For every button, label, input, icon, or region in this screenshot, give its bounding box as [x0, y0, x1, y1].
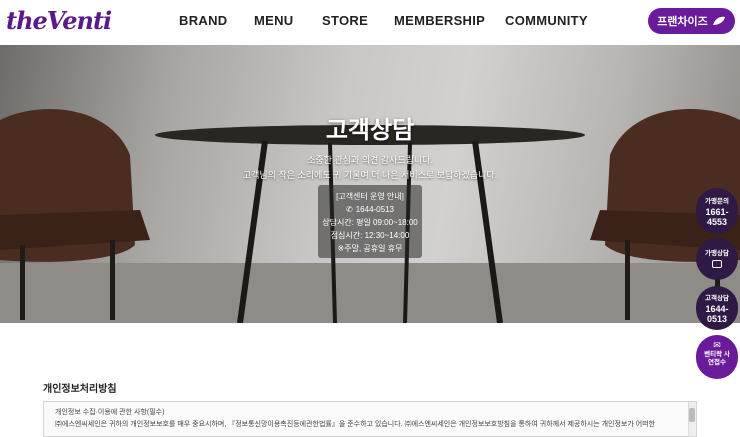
cs-lunch: 점심시간: 12:30~14:00: [330, 231, 410, 240]
chat-bubble-icon: ✉: [713, 340, 721, 350]
cs-hours: 상담시간: 평일 09:00~18:00: [322, 218, 418, 227]
cs-call-label: 고객상담: [705, 295, 729, 302]
leaf-icon: [712, 16, 725, 25]
franchise-button[interactable]: 프랜차이즈: [648, 8, 735, 34]
franchise-call-label: 가맹문의: [705, 198, 729, 205]
hero-banner: 고객상담 소중한 관심과 의견 감사드립니다. 고객님의 작은 소리에도 귀 기…: [0, 45, 740, 323]
nav-menu[interactable]: MENU: [254, 13, 293, 28]
franchise-chat-button[interactable]: 가맹상담: [696, 238, 738, 280]
cs-call-number: 1644-0513: [705, 304, 729, 324]
franchise-call-number: 1661-4553: [705, 207, 729, 227]
cs-hours-heading: [고객센터 운영 안내]: [336, 192, 404, 201]
hero-subtitle-1: 소중한 관심과 의견 감사드립니다.: [307, 155, 433, 165]
franchise-call-button[interactable]: 가맹문의 1661-4553: [696, 188, 738, 234]
site-header: theVenti BRAND MENU STORE MEMBERSHIP COM…: [0, 0, 740, 44]
story-submit-label: 벤티락 사연접수: [704, 351, 730, 366]
story-submit-button[interactable]: ✉ 벤티락 사연접수: [696, 335, 738, 379]
main-nav: BRAND MENU STORE MEMBERSHIP COMMUNITY: [0, 13, 740, 31]
policy-text-line-2: ㈜에스엔씨세인은 귀하의 개인정보보호를 매우 중요시하며, 『정보통신망이용촉…: [55, 421, 656, 428]
policy-text-line-1: 개인정보 수집·이용에 관한 사항(필수): [55, 409, 165, 416]
page-title: 고객상담: [325, 117, 415, 144]
cs-call-button[interactable]: 고객상담 1644-0513: [696, 286, 738, 330]
policy-scroll-thumb[interactable]: [689, 408, 695, 422]
chat-icon: [712, 260, 722, 268]
privacy-policy-textbox[interactable]: 개인정보 수집·이용에 관한 사항(필수) ㈜에스엔씨세인은 귀하의 개인정보보…: [43, 401, 697, 437]
nav-community[interactable]: COMMUNITY: [505, 13, 588, 28]
cs-hours-box: [고객센터 운영 안내] ✆ 1644-0513 상담시간: 평일 09:00~…: [318, 185, 422, 258]
cafe-table-chairs-image: [0, 109, 740, 323]
hero-subtitle-2: 고객님의 작은 소리에도 귀 기울여 더 나은 서비스로 보답하겠습니다.: [242, 170, 498, 180]
nav-brand[interactable]: BRAND: [179, 13, 227, 28]
nav-membership[interactable]: MEMBERSHIP: [394, 13, 485, 28]
franchise-chat-label: 가맹상담: [705, 250, 729, 257]
policy-scrollbar[interactable]: [688, 402, 696, 436]
phone-icon: ✆: [346, 205, 353, 214]
franchise-button-label: 프랜차이즈: [657, 16, 708, 28]
cs-phone: 1644-0513: [355, 205, 394, 214]
cs-phone-row: ✆ 1644-0513: [318, 203, 422, 216]
privacy-policy-title: 개인정보처리방침: [43, 384, 117, 395]
cs-closed: ※주말, 공휴일 휴무: [337, 244, 403, 253]
nav-store[interactable]: STORE: [322, 13, 368, 28]
